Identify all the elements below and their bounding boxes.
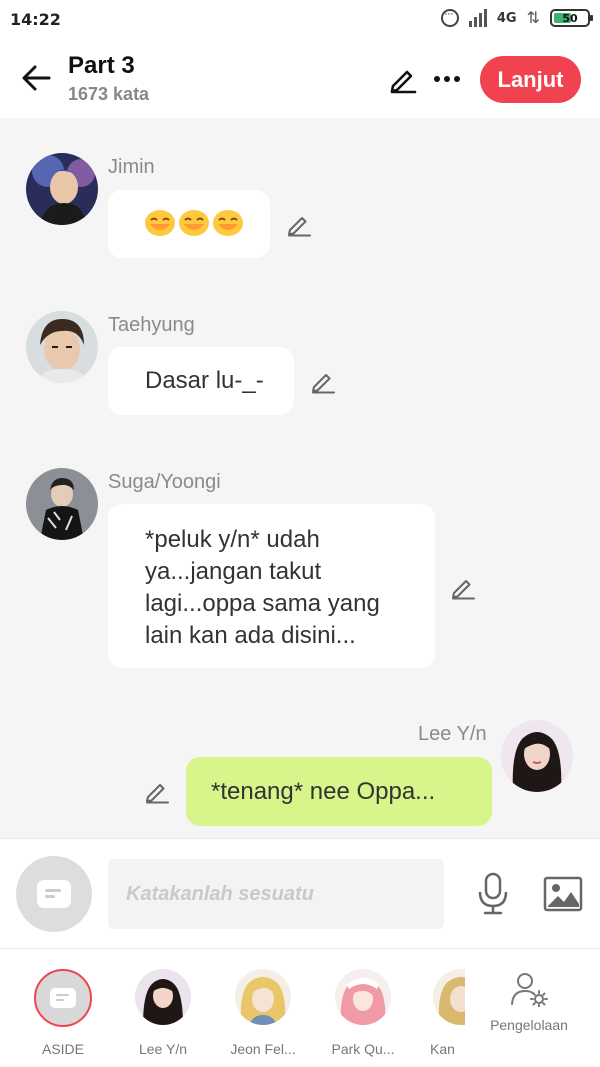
edit-message-button[interactable] bbox=[142, 776, 172, 806]
grinning-face-icon bbox=[178, 209, 210, 237]
edit-message-button[interactable] bbox=[448, 572, 478, 602]
edit-message-button[interactable] bbox=[284, 209, 314, 239]
more-options-button[interactable] bbox=[430, 62, 464, 96]
microphone-button[interactable] bbox=[470, 869, 516, 919]
character-label: Kan bbox=[430, 1041, 455, 1057]
message-bubble[interactable]: *tenang* nee Oppa... bbox=[186, 757, 492, 826]
sender-name: Lee Y/n bbox=[418, 723, 487, 745]
battery-level: 50 bbox=[562, 11, 578, 25]
avatar-lee-yn[interactable] bbox=[501, 720, 573, 792]
message-text-line: lain kan ada disini... bbox=[145, 622, 356, 649]
status-icons: 4G ⇅ 50 bbox=[440, 6, 593, 28]
data-transfer-icon: ⇅ bbox=[526, 10, 540, 27]
pencil-icon bbox=[390, 70, 417, 94]
word-count: 1673 kata bbox=[68, 84, 150, 104]
avatar-suga[interactable] bbox=[26, 468, 98, 540]
image-button[interactable] bbox=[540, 869, 586, 919]
avatar bbox=[335, 969, 391, 1025]
manage-characters-button[interactable]: Pengelolaan bbox=[484, 971, 574, 1033]
character-label: ASIDE bbox=[41, 1041, 84, 1057]
aside-icon bbox=[50, 988, 76, 1008]
signal-icon bbox=[468, 9, 487, 27]
network-type: 4G bbox=[496, 10, 517, 26]
edit-message-button[interactable] bbox=[308, 366, 338, 396]
status-time: 14:22 bbox=[10, 10, 61, 29]
character-item-aside[interactable]: ASIDE bbox=[23, 969, 103, 1057]
message-text-line: lagi...oppa sama yang bbox=[145, 590, 380, 617]
image-icon bbox=[543, 876, 583, 912]
edit-title-button[interactable] bbox=[386, 62, 420, 96]
battery-icon: 50 bbox=[550, 9, 593, 27]
pencil-icon bbox=[312, 374, 335, 394]
aside-toggle-button[interactable] bbox=[16, 856, 92, 932]
aside-avatar bbox=[34, 969, 92, 1027]
grinning-face-icon bbox=[144, 209, 176, 237]
avatar-taehyung[interactable] bbox=[26, 311, 98, 383]
message-bubble[interactable] bbox=[108, 190, 270, 258]
avatar bbox=[235, 969, 291, 1025]
message-bubble[interactable]: *peluk y/n* udah ya...jangan takut lagi.… bbox=[108, 504, 435, 668]
message-bubble[interactable]: Dasar lu-_- bbox=[108, 347, 294, 415]
pencil-icon bbox=[452, 580, 475, 600]
avatar bbox=[433, 969, 465, 1025]
avatar bbox=[135, 969, 191, 1025]
character-bar: ASIDE Lee Y/n Jeon Fel... Park Qu... Kan… bbox=[0, 948, 600, 1067]
user-settings-icon bbox=[511, 973, 548, 1007]
character-item-kang[interactable]: Kan bbox=[419, 969, 465, 1057]
character-item-park[interactable]: Park Qu... bbox=[323, 969, 403, 1057]
character-label: Park Qu... bbox=[331, 1041, 395, 1057]
page-title: Part 3 bbox=[68, 52, 135, 79]
status-bar: 14:22 4G ⇅ 50 bbox=[0, 0, 600, 40]
more-dots-icon bbox=[434, 76, 460, 82]
input-bar bbox=[0, 838, 600, 948]
title-block: Part 3 1673 kata bbox=[68, 52, 149, 105]
sender-name: Suga/Yoongi bbox=[108, 471, 221, 493]
avatar-jimin[interactable] bbox=[26, 153, 98, 225]
pencil-icon bbox=[288, 217, 311, 237]
message-text-line: ya...jangan takut bbox=[145, 558, 322, 585]
notification-dots-icon bbox=[440, 6, 459, 27]
sender-name: Taehyung bbox=[108, 314, 195, 336]
top-bar: Part 3 1673 kata Lanjut bbox=[0, 40, 600, 118]
sender-name: Jimin bbox=[108, 156, 155, 178]
back-button[interactable] bbox=[18, 58, 54, 98]
message-text: *tenang* nee Oppa... bbox=[211, 778, 436, 805]
chat-area: Jimin Taehyung Dasar lu-_- Suga/Yoongi *… bbox=[0, 118, 600, 838]
back-arrow-icon bbox=[22, 65, 51, 91]
microphone-icon bbox=[478, 872, 508, 915]
message-input[interactable] bbox=[108, 859, 444, 929]
character-item-lee-yn[interactable]: Lee Y/n bbox=[123, 969, 203, 1057]
grinning-face-icon bbox=[212, 209, 244, 237]
pencil-icon bbox=[146, 784, 169, 804]
character-label: Jeon Fel... bbox=[230, 1041, 296, 1057]
character-item-jeon[interactable]: Jeon Fel... bbox=[223, 969, 303, 1057]
character-label: Lee Y/n bbox=[138, 1041, 187, 1057]
message-text-line: *peluk y/n* udah bbox=[145, 526, 320, 553]
manage-label: Pengelolaan bbox=[490, 1017, 568, 1033]
aside-icon bbox=[37, 880, 71, 908]
next-button[interactable]: Lanjut bbox=[480, 56, 581, 103]
message-text: Dasar lu-_- bbox=[145, 367, 264, 394]
